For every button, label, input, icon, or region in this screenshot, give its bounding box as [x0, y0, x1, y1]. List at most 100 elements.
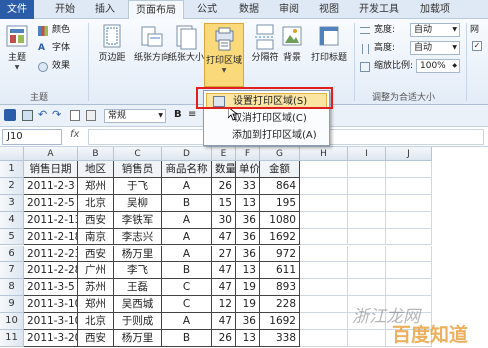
table-cell[interactable]: 27: [212, 245, 236, 263]
table-cell[interactable]: 苏州: [78, 279, 114, 297]
table-cell[interactable]: 1080: [260, 211, 300, 229]
column-header[interactable]: J: [386, 147, 432, 161]
empty-cell[interactable]: [348, 279, 386, 297]
table-cell[interactable]: 南京: [78, 228, 114, 246]
table-cell[interactable]: 郑州: [78, 296, 114, 314]
table-cell[interactable]: 2011-2-3: [24, 177, 78, 195]
empty-cell[interactable]: [386, 228, 432, 246]
tab-data[interactable]: 数据: [232, 0, 266, 19]
print-preview-icon[interactable]: [70, 110, 80, 121]
table-cell[interactable]: 北京: [78, 194, 114, 212]
table-cell[interactable]: 12: [212, 296, 236, 314]
tab-formulas[interactable]: 公式: [190, 0, 224, 19]
empty-cell[interactable]: [386, 194, 432, 212]
table-cell[interactable]: 36: [236, 245, 260, 263]
empty-cell[interactable]: [386, 262, 432, 280]
row-header[interactable]: 1: [0, 161, 24, 178]
theme-button[interactable]: 主题 ▼: [2, 21, 32, 87]
row-header[interactable]: 11: [0, 330, 24, 347]
colors-button[interactable]: 颜色: [38, 23, 70, 38]
table-cell[interactable]: 2011-2-13: [24, 211, 78, 229]
empty-cell[interactable]: [386, 245, 432, 263]
fonts-button[interactable]: A 字体: [38, 41, 70, 56]
table-cell[interactable]: 30: [212, 211, 236, 229]
column-header[interactable]: D: [162, 147, 212, 161]
table-cell[interactable]: 李志兴: [114, 228, 162, 246]
table-cell[interactable]: 2011-3-10: [24, 296, 78, 314]
table-header-cell[interactable]: 地区: [78, 161, 114, 178]
table-cell[interactable]: 西安: [78, 330, 114, 347]
table-header-cell[interactable]: 商品名称: [162, 161, 212, 178]
select-all-corner[interactable]: [0, 147, 24, 161]
empty-cell[interactable]: [300, 313, 348, 330]
tab-home[interactable]: 开始: [48, 0, 82, 19]
empty-cell[interactable]: [348, 194, 386, 212]
empty-cell[interactable]: [300, 296, 348, 314]
column-header[interactable]: I: [348, 147, 386, 161]
table-cell[interactable]: 吴西城: [114, 296, 162, 314]
empty-cell[interactable]: [348, 245, 386, 263]
table-cell[interactable]: 王磊: [114, 279, 162, 297]
column-header[interactable]: A: [24, 147, 78, 161]
scale-spinner[interactable]: 100% ◆: [416, 59, 460, 73]
table-header-cell[interactable]: 销售员: [114, 161, 162, 178]
table-header-cell[interactable]: 数量: [212, 161, 236, 178]
table-cell[interactable]: A: [162, 177, 212, 195]
column-header[interactable]: F: [236, 147, 260, 161]
column-header[interactable]: C: [114, 147, 162, 161]
empty-cell[interactable]: [300, 330, 348, 347]
table-cell[interactable]: 15: [212, 194, 236, 212]
print-titles-button[interactable]: 打印标题: [308, 21, 350, 87]
table-cell[interactable]: 2011-2-5: [24, 194, 78, 212]
table-cell[interactable]: 47: [212, 313, 236, 330]
name-box[interactable]: J10: [2, 129, 62, 145]
table-cell[interactable]: 36: [236, 313, 260, 330]
table-cell[interactable]: 2011-2-23: [24, 245, 78, 263]
tab-view[interactable]: 视图: [312, 0, 346, 19]
table-cell[interactable]: 611: [260, 262, 300, 280]
redo-icon[interactable]: ↷: [52, 108, 61, 121]
table-cell[interactable]: 2011-2-28: [24, 262, 78, 280]
row-header[interactable]: 2: [0, 177, 24, 195]
table-cell[interactable]: B: [162, 194, 212, 212]
table-cell[interactable]: 2011-3-5: [24, 279, 78, 297]
column-header[interactable]: G: [260, 147, 300, 161]
table-cell[interactable]: A: [162, 245, 212, 263]
undo-icon[interactable]: ↶: [38, 108, 47, 121]
empty-cell[interactable]: [300, 262, 348, 280]
empty-cell[interactable]: [348, 211, 386, 229]
fx-icon[interactable]: fx: [70, 129, 79, 140]
table-cell[interactable]: 33: [236, 177, 260, 195]
margins-button[interactable]: 页边距: [92, 21, 132, 87]
table-cell[interactable]: 19: [236, 296, 260, 314]
table-cell[interactable]: 36: [236, 211, 260, 229]
tab-page-layout[interactable]: 页面布局: [128, 0, 184, 20]
column-header[interactable]: E: [212, 147, 236, 161]
empty-cell[interactable]: [348, 161, 386, 178]
menu-item-add-to-print-area[interactable]: 添加到打印区域(A): [206, 128, 327, 144]
table-cell[interactable]: 郑州: [78, 177, 114, 195]
empty-cell[interactable]: [300, 161, 348, 178]
gridlines-checkbox[interactable]: ✓: [472, 41, 482, 51]
table-cell[interactable]: 47: [212, 279, 236, 297]
row-header[interactable]: 4: [0, 211, 24, 229]
table-cell[interactable]: 13: [236, 262, 260, 280]
tab-file[interactable]: 文件: [0, 0, 34, 19]
quick-print-icon[interactable]: [86, 110, 96, 121]
table-cell[interactable]: 13: [236, 330, 260, 347]
column-header[interactable]: B: [78, 147, 114, 161]
height-dropdown[interactable]: 自动 ▼: [410, 41, 460, 55]
table-cell[interactable]: 195: [260, 194, 300, 212]
empty-cell[interactable]: [386, 177, 432, 195]
table-cell[interactable]: 19: [236, 279, 260, 297]
table-cell[interactable]: C: [162, 296, 212, 314]
empty-cell[interactable]: [386, 279, 432, 297]
table-header-cell[interactable]: 金额: [260, 161, 300, 178]
table-cell[interactable]: 吴柳: [114, 194, 162, 212]
table-cell[interactable]: 2011-2-18: [24, 228, 78, 246]
table-cell[interactable]: 杨万里: [114, 245, 162, 263]
table-cell[interactable]: 李铁军: [114, 211, 162, 229]
table-cell[interactable]: 1692: [260, 228, 300, 246]
table-cell[interactable]: 972: [260, 245, 300, 263]
table-cell[interactable]: 338: [260, 330, 300, 347]
